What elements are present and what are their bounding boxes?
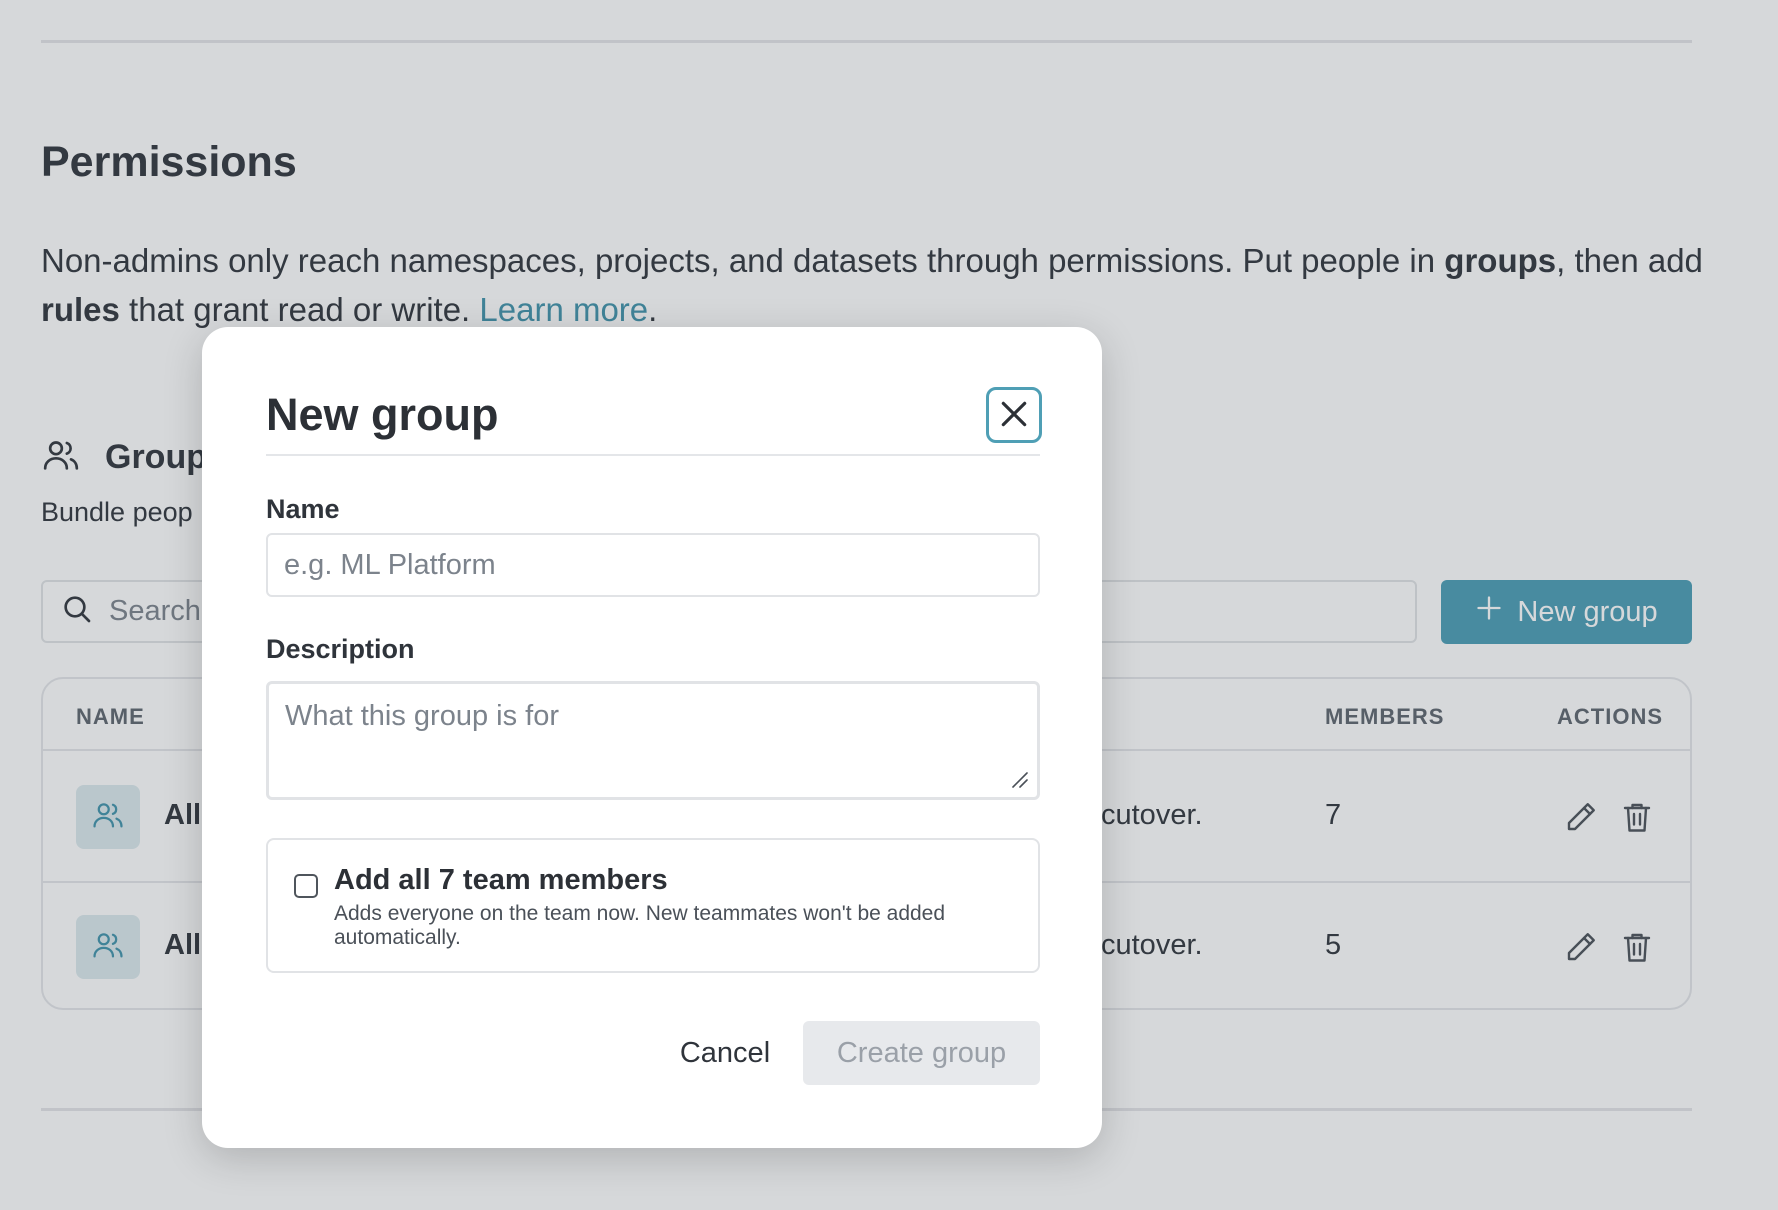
resize-handle-icon[interactable] <box>1007 767 1031 791</box>
add-all-members-label: Add all 7 team members <box>334 864 668 896</box>
description-textarea[interactable] <box>266 681 1040 800</box>
dialog-divider <box>266 454 1040 456</box>
add-all-members-option[interactable]: Add all 7 team members Adds everyone on … <box>266 838 1040 973</box>
description-label: Description <box>266 634 415 664</box>
add-all-members-help: Adds everyone on the team now. New teamm… <box>334 902 946 949</box>
name-label: Name <box>266 494 340 524</box>
new-group-dialog: New group Name Description Add all 7 tea… <box>202 327 1102 1148</box>
cancel-button[interactable]: Cancel <box>650 1021 800 1085</box>
name-input[interactable] <box>266 533 1040 597</box>
close-button[interactable] <box>986 387 1042 443</box>
dialog-title: New group <box>266 389 499 440</box>
add-all-members-checkbox[interactable] <box>294 874 318 898</box>
create-group-button[interactable]: Create group <box>803 1021 1040 1085</box>
close-icon <box>998 398 1030 433</box>
